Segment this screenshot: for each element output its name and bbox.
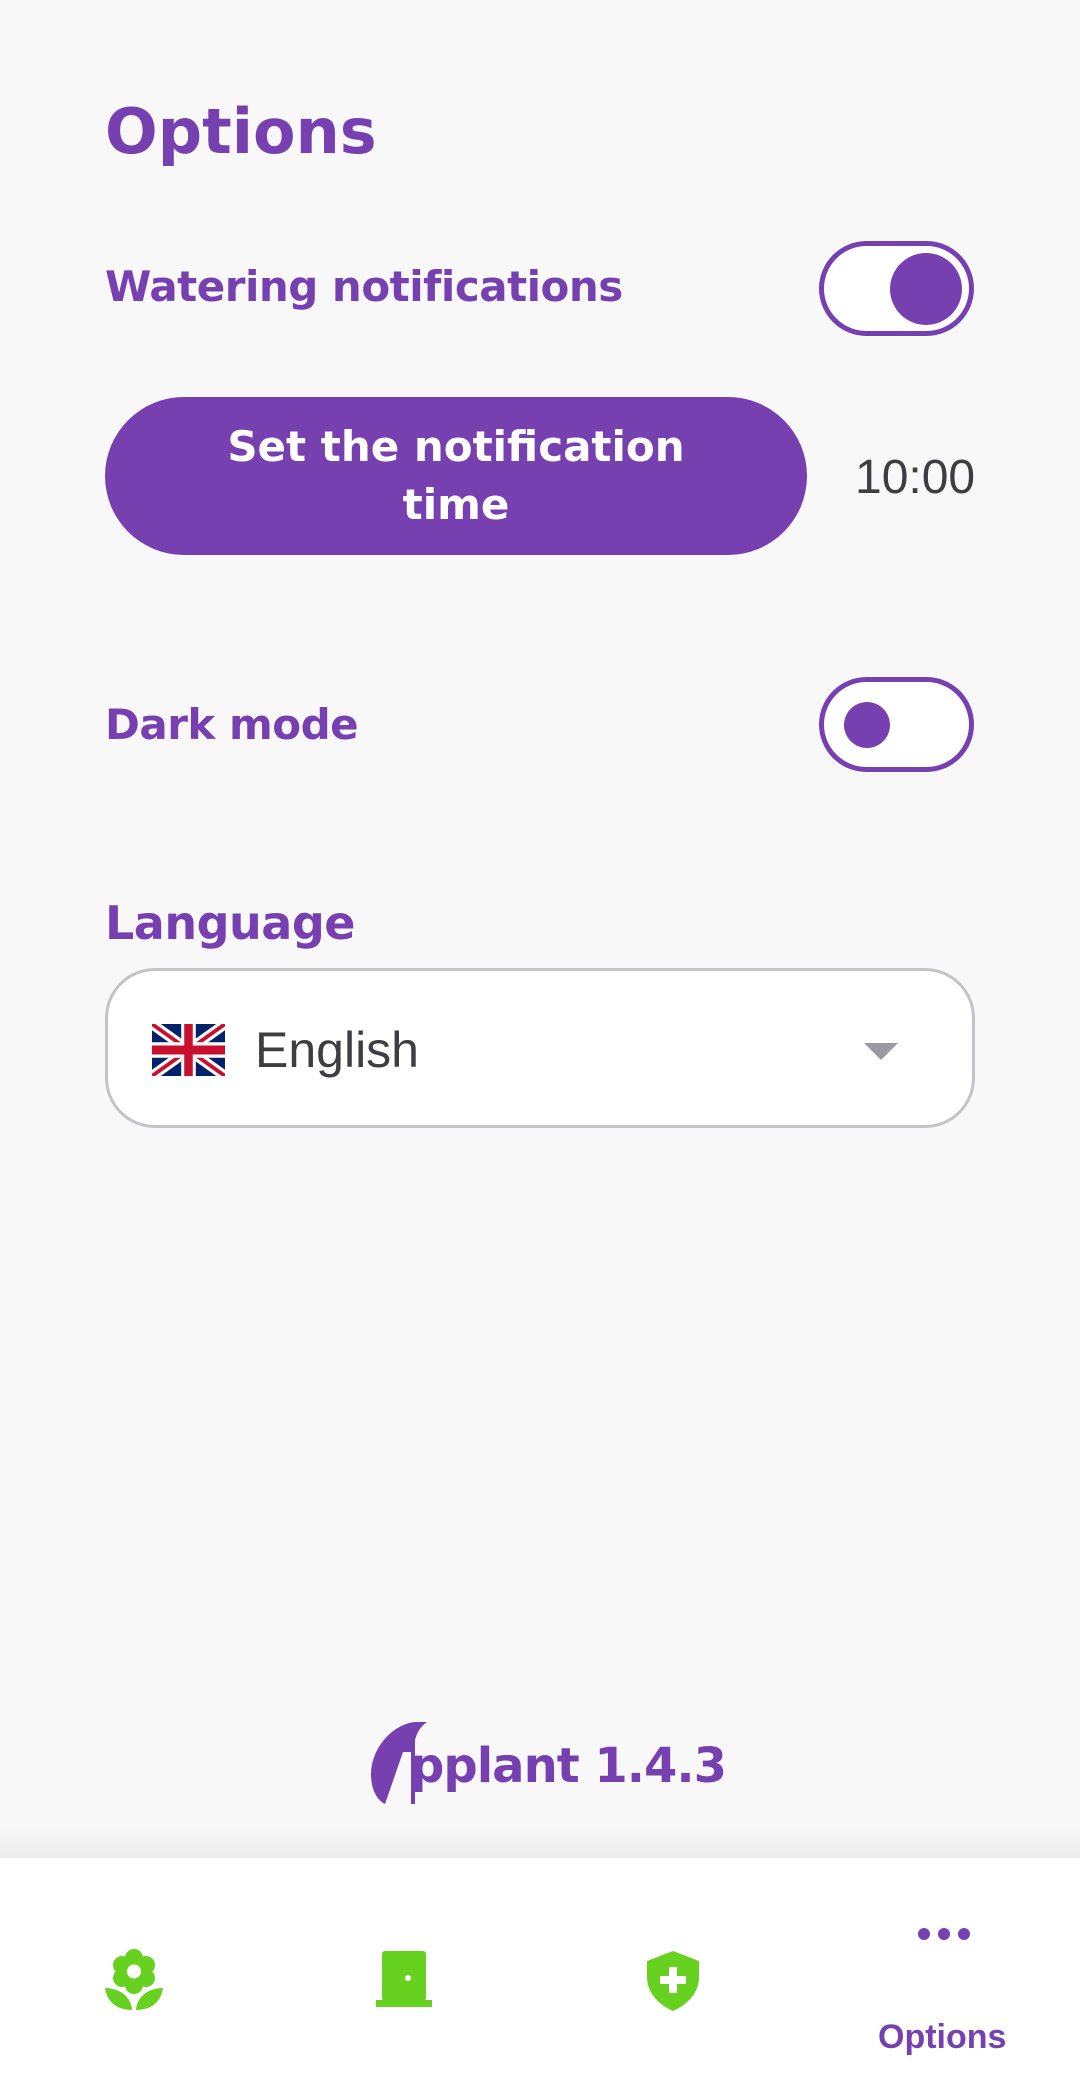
more-dots-icon (918, 1928, 970, 1940)
uk-flag-icon (152, 1024, 225, 1076)
flower-icon (105, 1949, 163, 2010)
nav-health[interactable] (540, 1858, 810, 2090)
watering-notifications-label: Watering notifications (105, 262, 623, 311)
language-dropdown[interactable]: English (105, 968, 975, 1128)
toggle-knob (890, 253, 962, 325)
set-notification-time-button[interactable]: Set the notification time (105, 397, 807, 555)
toggle-knob (844, 702, 890, 748)
chevron-down-icon[interactable] (864, 1043, 898, 1060)
shield-plus-icon (647, 1951, 699, 2011)
nav-plants[interactable] (0, 1858, 270, 2090)
nav-rooms[interactable] (270, 1858, 540, 2090)
notification-time-value: 10:00 (855, 451, 976, 504)
app-version-label: pplant 1.4.3 (410, 1738, 727, 1794)
bottom-navigation: Options (0, 1858, 1080, 2090)
nav-options[interactable]: Options (810, 1858, 1080, 2090)
watering-notifications-toggle[interactable] (819, 241, 974, 336)
page-title: Options (105, 95, 377, 168)
dark-mode-toggle[interactable] (819, 677, 974, 772)
door-icon (376, 1951, 432, 2007)
language-selected-value: English (255, 1022, 419, 1078)
bottom-nav-shadow (0, 1828, 1080, 1858)
nav-options-label: Options (878, 2018, 1007, 2056)
language-label: Language (105, 896, 355, 950)
options-screen: Options Watering notifications Set the n… (0, 0, 1080, 2090)
dark-mode-label: Dark mode (105, 700, 359, 749)
